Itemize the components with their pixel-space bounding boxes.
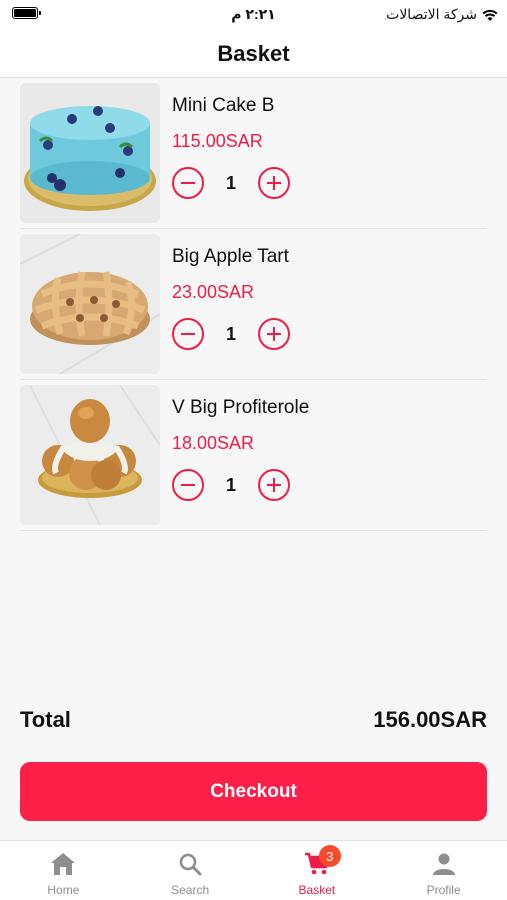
person-icon: [430, 851, 458, 877]
tab-label: Profile: [426, 883, 461, 897]
quantity-stepper: 1: [172, 318, 290, 350]
tab-basket[interactable]: 3 Basket: [254, 841, 381, 900]
tab-bar: Home Search 3 Basket Profile: [0, 840, 507, 900]
carrier-name: شركة الاتصالات: [386, 6, 477, 22]
cart-icon: 3: [303, 845, 341, 877]
item-info: V Big Profiterole 18.00SAR 1: [172, 385, 309, 501]
increase-quantity-button[interactable]: [258, 469, 290, 501]
tab-label: Search: [171, 883, 210, 897]
home-icon: [49, 851, 77, 877]
item-name: Big Apple Tart: [172, 246, 289, 267]
total-value: 156.00SAR: [373, 707, 487, 732]
item-price: 115.00SAR: [172, 131, 263, 151]
page-title: Basket: [217, 40, 290, 66]
basket-item: Mini Cake B 115.00SAR 1: [20, 78, 487, 229]
quantity-value: 1: [225, 474, 236, 495]
decrease-quantity-button[interactable]: [172, 469, 204, 501]
quantity-value: 1: [225, 172, 236, 193]
item-info: Mini Cake B 115.00SAR 1: [172, 83, 290, 199]
apple-tart-image[interactable]: [20, 234, 160, 374]
tab-home[interactable]: Home: [0, 841, 127, 900]
item-name: V Big Profiterole: [172, 397, 310, 418]
item-info: Big Apple Tart 23.00SAR 1: [172, 234, 290, 350]
checkout-button[interactable]: Checkout: [20, 762, 487, 821]
tab-profile[interactable]: Profile: [380, 841, 507, 900]
wifi-icon: [481, 8, 499, 22]
page-header: Basket: [0, 30, 507, 78]
search-icon: [176, 851, 204, 877]
increase-quantity-button[interactable]: [258, 318, 290, 350]
item-price: 18.00SAR: [172, 433, 255, 453]
status-bar: ٢:٢١ م شركة الاتصالات: [0, 0, 507, 30]
basket-list: Mini Cake B 115.00SAR 1 Big Apple Tart 2…: [20, 78, 487, 531]
tab-search[interactable]: Search: [127, 841, 254, 900]
cart-count-badge: 3: [318, 845, 341, 867]
decrease-quantity-button[interactable]: [172, 167, 204, 199]
item-name: Mini Cake B: [172, 95, 275, 116]
profiterole-image[interactable]: [20, 385, 160, 525]
total-label: Total: [20, 707, 71, 732]
decrease-quantity-button[interactable]: [172, 318, 204, 350]
basket-item: V Big Profiterole 18.00SAR 1: [20, 380, 487, 531]
increase-quantity-button[interactable]: [258, 167, 290, 199]
total-row: Total 156.00SAR: [20, 703, 487, 737]
quantity-value: 1: [225, 323, 236, 344]
tab-label: Home: [47, 883, 80, 897]
tab-label: Basket: [298, 883, 336, 897]
blue-cake-image[interactable]: [20, 83, 160, 223]
quantity-stepper: 1: [172, 167, 290, 199]
quantity-stepper: 1: [172, 469, 309, 501]
item-price: 23.00SAR: [172, 282, 255, 302]
status-carrier-group: شركة الاتصالات: [386, 6, 499, 23]
basket-item: Big Apple Tart 23.00SAR 1: [20, 229, 487, 380]
